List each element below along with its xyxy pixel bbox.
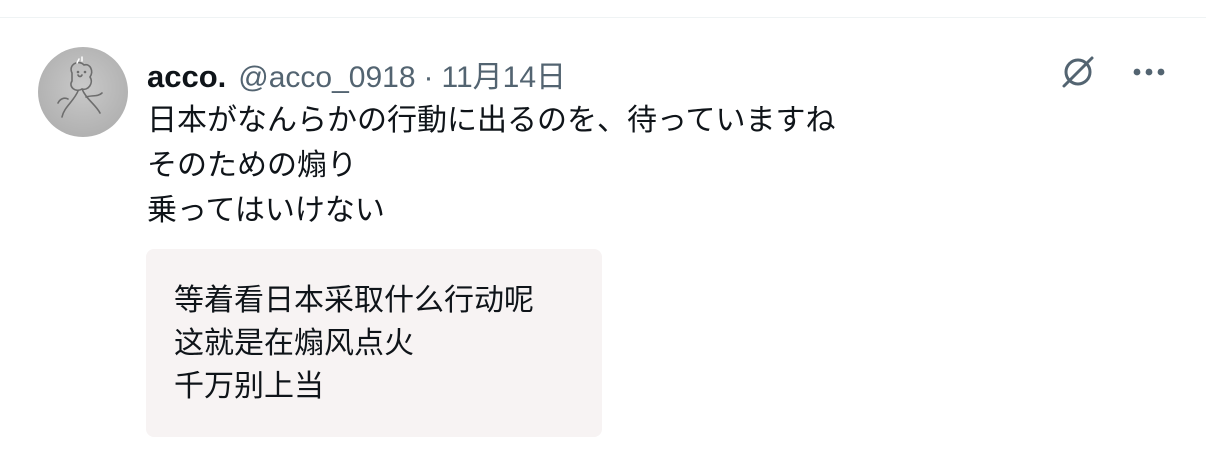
post-actions xyxy=(1058,52,1166,92)
translation-box: 等着看日本采取什么行动呢 这就是在煽风点火 千万别上当 xyxy=(146,249,602,437)
translation-line: 等着看日本采取什么行动呢 xyxy=(174,283,534,318)
more-options-icon xyxy=(1133,68,1165,76)
post-date[interactable]: 11月14日 xyxy=(442,52,567,96)
post-text-line: 日本がなんらかの行動に出るのを、待っていますね xyxy=(147,103,836,138)
header-separator: · xyxy=(423,61,434,94)
avatar[interactable] xyxy=(38,47,128,137)
slashed-circle-icon xyxy=(1062,56,1094,88)
avatar-illustration xyxy=(57,56,103,118)
translation-line: 这就是在煽风点火 xyxy=(174,326,414,361)
display-name[interactable]: acco. xyxy=(147,59,226,95)
post[interactable]: acco. @acco_0918 · 11月14日 日本がなんらかの行動に出るの… xyxy=(0,18,1206,464)
post-header: acco. @acco_0918 · 11月14日 xyxy=(147,52,566,94)
more-options-button[interactable] xyxy=(1132,66,1166,78)
translation-line: 千万别上当 xyxy=(174,369,324,404)
post-text-line: 乗ってはいけない xyxy=(147,193,385,228)
user-handle[interactable]: @acco_0918 xyxy=(238,61,415,95)
post-text-line: そのための煽り xyxy=(147,148,357,183)
slash-button[interactable] xyxy=(1058,52,1098,92)
post-text: 日本がなんらかの行動に出るのを、待っていますね そのための煽り 乗ってはいけない xyxy=(147,98,1047,233)
